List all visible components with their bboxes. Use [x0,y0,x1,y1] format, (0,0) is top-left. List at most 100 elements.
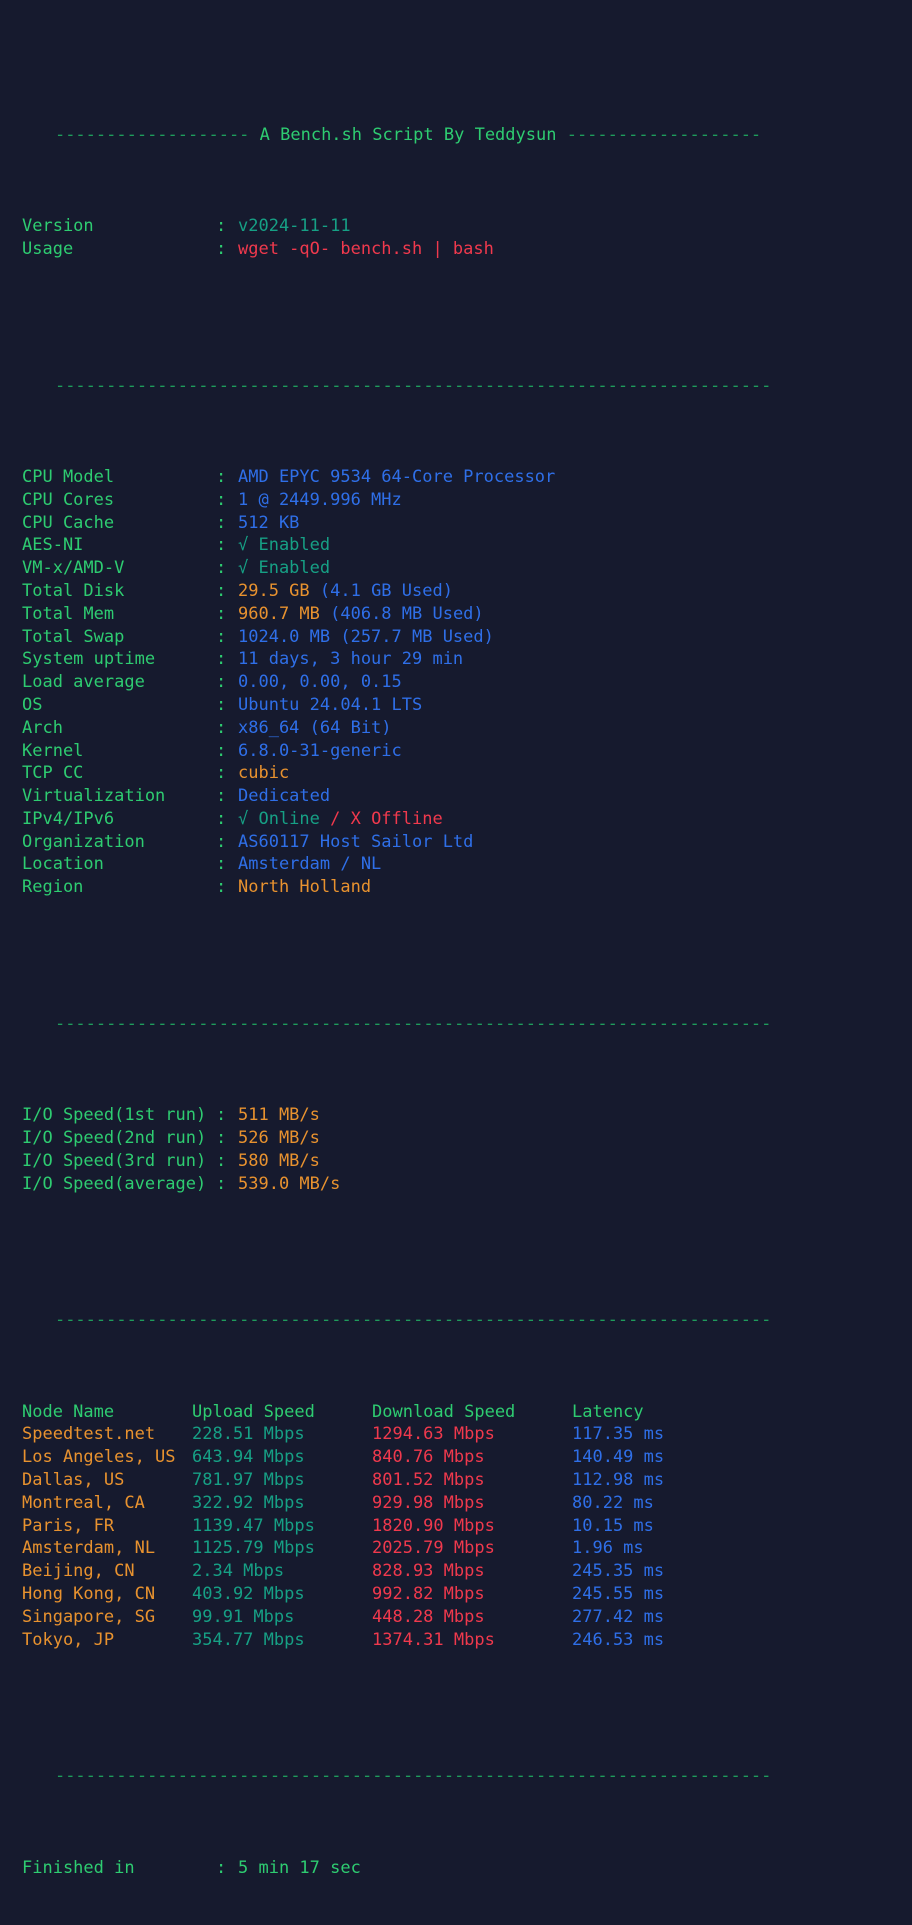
colon-separator: : [216,808,238,831]
io-speed-row: I/O Speed(3rd run):580 MB/s [0,1150,912,1173]
node-name-cell: Singapore, SG [22,1606,192,1629]
system-info-row: Total Swap:1024.0 MB (257.7 MB Used) [0,626,912,649]
system-info-value: Amsterdam / NL [238,853,381,876]
system-info-value: 11 days, 3 hour 29 min [238,648,463,671]
node-name-cell: Dallas, US [22,1469,192,1492]
colon-separator: : [216,1173,238,1196]
system-info-row: TCP CC:cubic [0,762,912,785]
system-info-label: CPU Model [22,466,216,489]
system-info-label: CPU Cache [22,512,216,535]
system-info-row: System uptime:11 days, 3 hour 29 min [0,648,912,671]
node-name-cell: Los Angeles, US [22,1446,192,1469]
separator-2: ----------------------------------------… [0,990,912,1013]
speedtest-row: Montreal, CA322.92 Mbps929.98 Mbps80.22 … [0,1492,912,1515]
colon-separator: : [216,694,238,717]
download-speed-cell: 1294.63 Mbps [372,1423,572,1446]
system-info-row: CPU Cache:512 KB [0,512,912,535]
upload-speed-cell: 99.91 Mbps [192,1606,372,1629]
system-info-value: √ Enabled [238,557,330,580]
separator-1: ----------------------------------------… [0,352,912,375]
system-info-value-suffix: (406.8 MB Used) [320,604,484,624]
download-speed-cell: 2025.79 Mbps [372,1537,572,1560]
latency-cell: 80.22 ms [572,1492,654,1515]
system-info-value-suffix: / X Offline [320,809,443,829]
footer-block: Finished in:5 min 17 sec [0,1857,912,1880]
io-speed-label: I/O Speed(2nd run) [22,1127,216,1150]
colon-separator: : [216,534,238,557]
system-info-label: Location [22,853,216,876]
colon-separator: : [216,831,238,854]
colon-separator: : [216,489,238,512]
node-name-cell: Beijing, CN [22,1560,192,1583]
system-info-label: Total Mem [22,603,216,626]
speedtest-row: Dallas, US781.97 Mbps801.52 Mbps112.98 m… [0,1469,912,1492]
header-info-row: Usage:wget -qO- bench.sh | bash [0,238,912,261]
system-info-row: Total Disk:29.5 GB (4.1 GB Used) [0,580,912,603]
upload-speed-cell: 354.77 Mbps [192,1629,372,1652]
footer-info-label: Finished in [22,1857,216,1880]
header-info-label: Usage [22,238,216,261]
colon-separator: : [216,671,238,694]
terminal-output: ------------------- A Bench.sh Script By… [0,0,912,983]
upload-speed-cell: 2.34 Mbps [192,1560,372,1583]
latency-cell: 117.35 ms [572,1423,664,1446]
system-info-value: 6.8.0-31-generic [238,740,402,763]
io-speed-row: I/O Speed(2nd run):526 MB/s [0,1127,912,1150]
node-name-cell: Montreal, CA [22,1492,192,1515]
header-info-value: wget -qO- bench.sh | bash [238,238,494,261]
latency-cell: 277.42 ms [572,1606,664,1629]
io-speed-value: 539.0 MB/s [238,1173,340,1196]
system-info-row: OS:Ubuntu 24.04.1 LTS [0,694,912,717]
system-info-value: Ubuntu 24.04.1 LTS [238,694,422,717]
colon-separator: : [216,1127,238,1150]
system-info-value: 1024.0 MB (257.7 MB Used) [238,626,494,649]
io-speed-label: I/O Speed(3rd run) [22,1150,216,1173]
system-info-value: cubic [238,762,289,785]
header-info-block: Version:v2024-11-11Usage:wget -qO- bench… [0,215,912,261]
system-info-row: Arch:x86_64 (64 Bit) [0,717,912,740]
upload-speed-cell: 1139.47 Mbps [192,1515,372,1538]
system-info-value: x86_64 (64 Bit) [238,717,392,740]
colon-separator: : [216,1857,238,1880]
colon-separator: : [216,238,238,261]
node-name-cell: Amsterdam, NL [22,1537,192,1560]
download-speed-cell: 828.93 Mbps [372,1560,572,1583]
colon-separator: : [216,853,238,876]
download-speed-cell: 1820.90 Mbps [372,1515,572,1538]
io-speed-label: I/O Speed(1st run) [22,1104,216,1127]
io-speed-value: 511 MB/s [238,1104,320,1127]
upload-speed-cell: 322.92 Mbps [192,1492,372,1515]
system-info-label: Kernel [22,740,216,763]
latency-cell: 10.15 ms [572,1515,654,1538]
system-info-value: 29.5 GB [238,580,310,603]
title-banner: ------------------- A Bench.sh Script By… [0,101,912,124]
system-info-row: Virtualization:Dedicated [0,785,912,808]
download-speed-cell: 840.76 Mbps [372,1446,572,1469]
upload-speed-cell: 781.97 Mbps [192,1469,372,1492]
speedtest-row: Speedtest.net228.51 Mbps1294.63 Mbps117.… [0,1423,912,1446]
system-info-label: Virtualization [22,785,216,808]
system-info-row: Region:North Holland [0,876,912,899]
system-info-row: IPv4/IPv6:√ Online / X Offline [0,808,912,831]
node-name-cell: Paris, FR [22,1515,192,1538]
system-info-row: Organization:AS60117 Host Sailor Ltd [0,831,912,854]
system-info-row: VM-x/AMD-V:√ Enabled [0,557,912,580]
system-info-label: CPU Cores [22,489,216,512]
io-speed-row: I/O Speed(average):539.0 MB/s [0,1173,912,1196]
system-info-value: North Holland [238,876,371,899]
header-info-value: v2024-11-11 [238,215,351,238]
system-info-label: System uptime [22,648,216,671]
separator-dashes: ----------------------------------------… [55,1310,771,1330]
system-info-value-suffix: (4.1 GB Used) [310,581,453,601]
colon-separator: : [216,626,238,649]
colon-separator: : [216,648,238,671]
colon-separator: : [216,1150,238,1173]
download-speed-cell: 992.82 Mbps [372,1583,572,1606]
speedtest-row: Los Angeles, US643.94 Mbps840.76 Mbps140… [0,1446,912,1469]
colon-separator: : [216,717,238,740]
system-info-label: AES-NI [22,534,216,557]
latency-cell: 246.53 ms [572,1629,664,1652]
column-header-latency: Latency [572,1401,644,1424]
header-info-label: Version [22,215,216,238]
io-speed-value: 580 MB/s [238,1150,320,1173]
